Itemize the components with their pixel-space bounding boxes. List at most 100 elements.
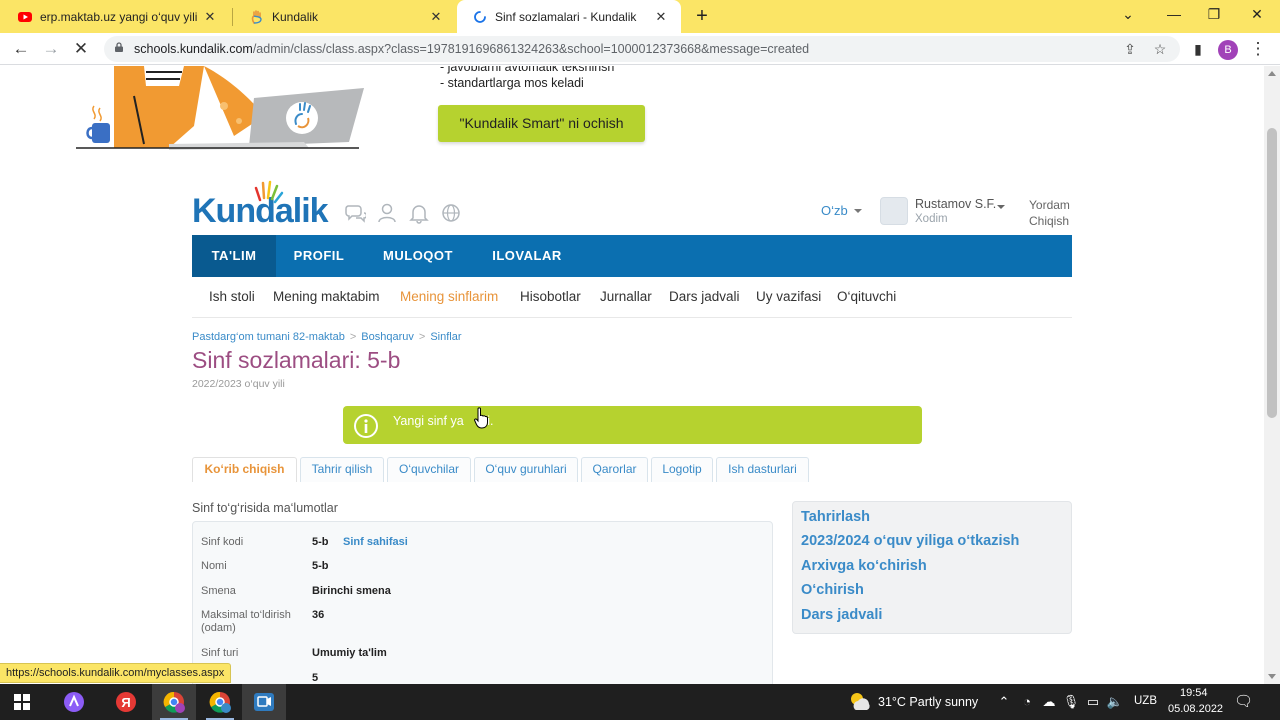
class-info-panel: Sinf kodi 5-b Sinf sahifasi Nomi 5-b Sme… <box>192 521 773 684</box>
network-icon[interactable]: ◔ <box>1018 693 1036 711</box>
help-link[interactable]: Yordam <box>1029 198 1070 212</box>
notifications-bell-icon[interactable] <box>408 202 430 224</box>
tab-korib-chiqish[interactable]: Ko‘rib chiqish <box>192 457 297 482</box>
scroll-up-icon[interactable] <box>1268 71 1276 76</box>
tab-qarorlar[interactable]: Qarorlar <box>581 457 648 482</box>
close-window-icon[interactable]: ✕ <box>1234 0 1280 30</box>
address-bar[interactable]: schools.kundalik.com/admin/class/class.a… <box>104 36 1180 62</box>
info-icon <box>354 414 378 438</box>
section-heading: Sinf to‘g‘risida ma‘lumotlar <box>192 501 338 515</box>
class-page-link[interactable]: Sinf sahifasi <box>343 536 408 548</box>
messages-icon[interactable] <box>344 202 366 224</box>
start-button[interactable] <box>0 684 44 720</box>
nav-muloqot[interactable]: MULOQOT <box>368 235 468 277</box>
delete-class-link[interactable]: O‘chirish <box>801 582 864 598</box>
chrome-taskbar-button[interactable] <box>152 684 196 720</box>
share-icon[interactable]: ⇪ <box>1121 40 1139 58</box>
keyboard-language[interactable]: UZB <box>1134 695 1157 707</box>
subnav-mening-maktabim[interactable]: Mening maktabim <box>273 289 380 304</box>
yandex-browser-button[interactable]: Я <box>104 684 148 720</box>
close-tab-icon[interactable]: ✕ <box>202 9 218 25</box>
browser-tab-active[interactable]: Sinf sozlamalari - Kundalik ✕ <box>457 0 681 33</box>
edit-class-link[interactable]: Tahrirlash <box>801 509 870 525</box>
chevron-down-icon[interactable] <box>854 209 862 213</box>
breadcrumb-item[interactable]: Sinflar <box>430 331 461 343</box>
breadcrumb: Pastdarg‘om tumani 82-maktab > Boshqaruv > S… <box>192 331 462 343</box>
browser-tab-kundalik[interactable]: Kundalik ✕ <box>234 0 456 33</box>
logout-link[interactable]: Chiqish <box>1029 214 1069 228</box>
subnav-uy-vazifasi[interactable]: Uy vazifasi <box>756 289 821 304</box>
tab-ish-dasturlari[interactable]: Ish dasturlari <box>716 457 809 482</box>
tab-oquvchilar[interactable]: O‘quvchilar <box>387 457 471 482</box>
user-avatar[interactable] <box>880 197 908 225</box>
info-value: 5 <box>312 672 319 684</box>
subnav-ish-stoli[interactable]: Ish stoli <box>209 289 255 304</box>
user-name[interactable]: Rustamov S.F. <box>915 197 996 211</box>
chevron-down-icon[interactable] <box>997 205 1005 209</box>
close-tab-icon[interactable]: ✕ <box>653 9 669 25</box>
tab-logotip[interactable]: Logotip <box>651 457 713 482</box>
notifications-icon[interactable]: 🗨 <box>1234 693 1253 711</box>
tab-tahrir-qilish[interactable]: Tahrir qilish <box>300 457 384 482</box>
language-selector[interactable]: O‘zb <box>821 203 848 218</box>
subnav-dars-jadvali[interactable]: Dars jadvali <box>669 289 740 304</box>
tab-separator <box>232 8 233 26</box>
user-role: Xodim <box>915 213 948 225</box>
archive-class-link[interactable]: Arxivga ko‘chirish <box>801 558 927 574</box>
bookmark-star-icon[interactable]: ☆ <box>1151 40 1169 58</box>
page-viewport: - javoblarni avtomatik tekshirish - stan… <box>0 66 1264 684</box>
subnav-hisobotlar[interactable]: Hisobotlar <box>520 289 581 304</box>
clock-time[interactable]: 19:54 <box>1180 687 1208 699</box>
volume-icon[interactable]: 🔈 <box>1106 693 1124 711</box>
stop-loading-icon[interactable]: ✕ <box>69 37 93 61</box>
breadcrumb-item[interactable]: Pastdarg‘om tumani 82-maktab <box>192 331 345 343</box>
scroll-down-icon[interactable] <box>1268 674 1276 679</box>
open-kundalik-smart-button[interactable]: "Kundalik Smart" ni ochish <box>438 105 645 142</box>
info-label: Sinf turi <box>201 647 239 659</box>
subnav-oqituvchi[interactable]: O‘qituvchi <box>837 289 896 304</box>
browser-toolbar: ← → ✕ schools.kundalik.com/admin/class/c… <box>0 33 1280 65</box>
menu-dots-icon[interactable]: ⋮ <box>1246 37 1270 61</box>
timetable-link[interactable]: Dars jadvali <box>801 607 882 623</box>
subnav-mening-sinflarim[interactable]: Mening sinflarim <box>400 289 498 304</box>
alice-assistant-button[interactable] <box>52 684 96 720</box>
yandex-icon: Я <box>116 692 136 712</box>
profile-icon[interactable] <box>376 202 398 224</box>
battery-icon[interactable]: ▭ <box>1084 693 1102 711</box>
globe-icon[interactable] <box>440 202 462 224</box>
browser-tab-strip: erp.maktab.uz yangi o‘quv yili o‘t ✕ Kun… <box>0 0 1280 33</box>
subnav-jurnallar[interactable]: Jurnallar <box>600 289 652 304</box>
profile-avatar[interactable]: B <box>1218 40 1238 60</box>
clock-date[interactable]: 05.08.2022 <box>1168 703 1223 715</box>
restore-icon[interactable]: ❐ <box>1191 0 1237 30</box>
close-tab-icon[interactable]: ✕ <box>428 9 444 25</box>
transfer-year-link[interactable]: 2023/2024 o‘quv yiliga o‘tkazish <box>801 533 1019 549</box>
alice-icon <box>64 692 84 712</box>
side-panel-icon[interactable]: ▮ <box>1186 37 1210 61</box>
nav-profil[interactable]: PROFIL <box>280 235 358 277</box>
microphone-icon[interactable]: 🎙 <box>1062 693 1080 711</box>
nav-ilovalar[interactable]: ILOVALAR <box>482 235 572 277</box>
tab-search-icon[interactable]: ⌄ <box>1105 0 1151 30</box>
tab-oquv-guruhlari[interactable]: O‘quv guruhlari <box>474 457 578 482</box>
nav-talim[interactable]: TA'LIM <box>192 235 276 277</box>
banner-feature-line: - standartlarga mos keladi <box>440 76 584 90</box>
scrollbar-thumb[interactable] <box>1267 128 1277 418</box>
info-label: Sinf kodi <box>201 536 244 548</box>
forward-arrow-icon[interactable]: → <box>39 37 63 61</box>
screen-recorder-button[interactable] <box>242 684 286 720</box>
chrome-profile-taskbar-button[interactable] <box>198 684 242 720</box>
page-scrollbar[interactable] <box>1264 66 1280 684</box>
weather-partly-sunny-icon[interactable] <box>848 690 872 712</box>
new-tab-button[interactable]: + <box>690 4 714 28</box>
breadcrumb-separator: > <box>349 331 357 343</box>
kundalik-logo[interactable]: Kundalik <box>192 178 332 228</box>
chevron-up-icon[interactable]: ⌃ <box>995 693 1013 711</box>
windows-taskbar: Я 31°C Partly sunny ⌃ ◔ ☁ 🎙 ▭ 🔈 UZB 19:5… <box>0 684 1280 720</box>
browser-tab-youtube[interactable]: erp.maktab.uz yangi o‘quv yili o‘t ✕ <box>2 0 230 33</box>
back-arrow-icon[interactable]: ← <box>9 37 33 61</box>
recorder-icon <box>254 693 274 711</box>
cloud-icon[interactable]: ☁ <box>1040 693 1058 711</box>
breadcrumb-item[interactable]: Boshqaruv <box>361 331 414 343</box>
weather-text[interactable]: 31°C Partly sunny <box>878 695 978 709</box>
